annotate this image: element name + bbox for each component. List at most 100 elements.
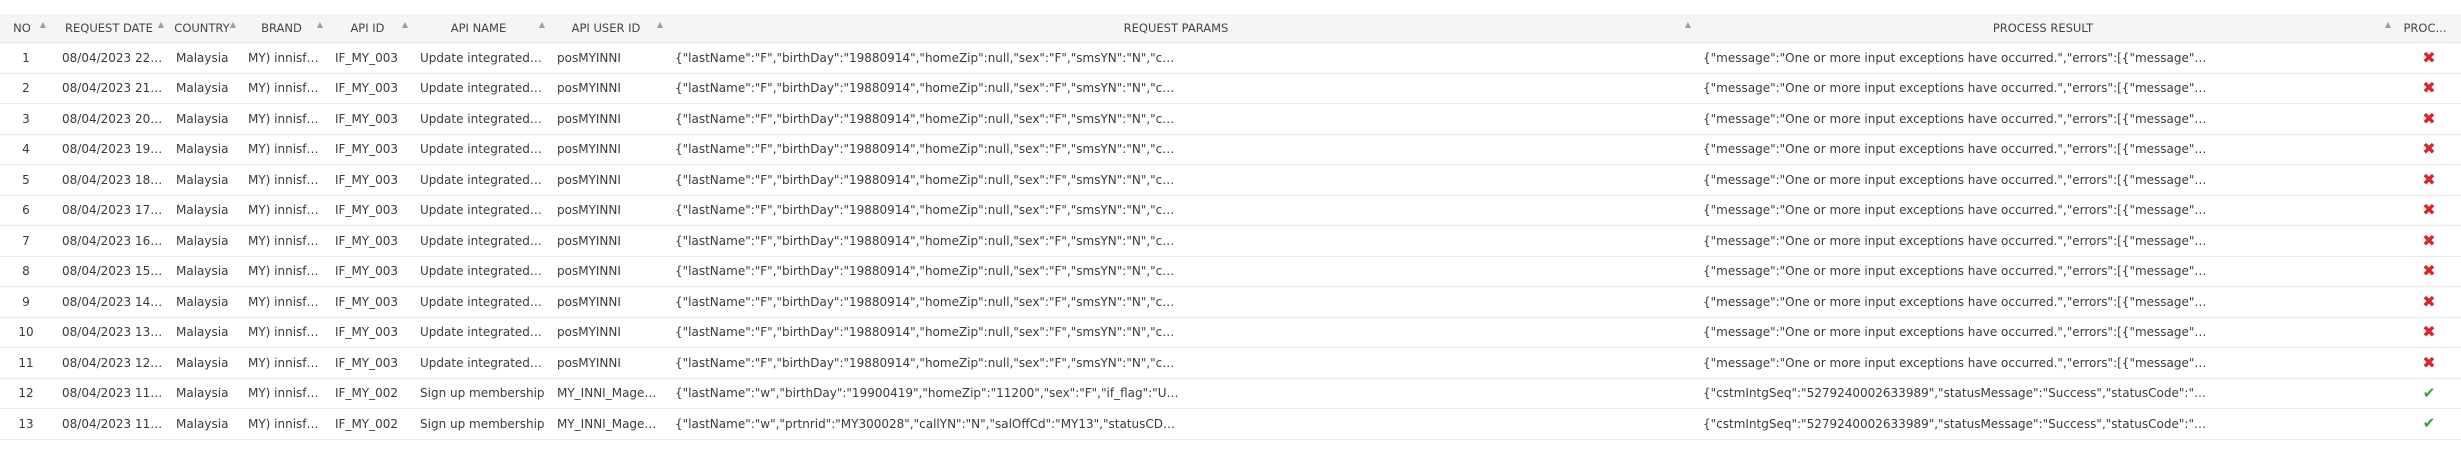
cell-country: Malaysia [170,257,242,287]
table-row[interactable]: 12 08/04/2023 11:45:06 Malaysia MY) innisfr… [0,378,2461,409]
cell-user-text: posMYINNI [557,355,621,370]
sort-arrow-icon[interactable]: ▲ [539,20,545,29]
table-row[interactable]: 7 08/04/2023 16:20:00 Malaysia MY) innisfre… [0,226,2461,257]
cell-no-text: 13 [18,416,34,431]
request-log-grid: NO ▲ REQUEST DATE ▲ COUNTRY ▲ BRAND ▲ API ID ▲ API… [0,14,2461,440]
table-row[interactable]: 3 08/04/2023 20:20:00 Malaysia MY) innisfre… [0,104,2461,135]
cell-res-text: {"message":"One or more input exceptions… [1703,355,2208,370]
table-row[interactable]: 9 08/04/2023 14:20:00 Malaysia MY) innisfre… [0,287,2461,318]
cell-req: {"lastName":"w","birthDay":"19900419","h… [669,379,1697,409]
column-header-label: REQUEST DATE [65,21,153,35]
cell-brand-text: MY) innisfree [248,50,323,65]
cell-country-text: Malaysia [176,203,229,218]
sort-arrow-icon[interactable]: ▲ [230,20,236,29]
cell-date: 08/04/2023 11:44:42 [52,409,170,439]
cell-res-text: {"message":"One or more input exceptions… [1703,142,2208,157]
cell-country-text: Malaysia [176,233,229,248]
cell-apiname: Update integrated me... [414,287,551,317]
cell-apiname: Update integrated me... [414,318,551,348]
cell-country-text: Malaysia [176,294,229,309]
cell-no-text: 2 [22,81,30,96]
cell-no-text: 1 [22,50,30,65]
sort-arrow-icon[interactable]: ▲ [317,20,323,29]
cell-apiname-text: Update integrated me... [420,111,545,126]
cell-apiname-text: Update integrated me... [420,142,545,157]
cell-no: 12 [0,379,52,409]
cell-country: Malaysia [170,165,242,195]
cell-res: {"message":"One or more input exceptions… [1697,165,2397,195]
table-row[interactable]: 13 08/04/2023 11:44:42 Malaysia MY) innisfr… [0,409,2461,440]
cell-req: {"lastName":"F","birthDay":"19880914","h… [669,165,1697,195]
column-header-brand[interactable]: BRAND ▲ [242,14,329,42]
cell-date-text: 08/04/2023 17:20:00 [62,203,164,218]
sort-arrow-icon[interactable]: ▲ [1685,20,1691,29]
cell-user-text: posMYINNI [557,294,621,309]
cell-no: 10 [0,318,52,348]
column-header-label: API NAME [450,21,507,35]
cell-country: Malaysia [170,196,242,226]
column-header-no[interactable]: NO ▲ [0,14,52,42]
cell-user-text: MY_INNI_Magento [557,386,663,401]
grid-body: 1 08/04/2023 22:20:00 Malaysia MY) innisfre… [0,43,2461,440]
cell-req-text: {"lastName":"w","birthDay":"19900419","h… [675,386,1180,401]
column-header-user[interactable]: API USER ID ▲ [551,14,669,42]
cell-country-text: Malaysia [176,386,229,401]
cell-brand: MY) innisfree [242,196,329,226]
cell-user: posMYINNI [551,257,669,287]
cell-process-status: ✖ [2397,165,2461,195]
cell-brand: MY) innisfree [242,104,329,134]
cell-apiid: IF_MY_003 [329,287,414,317]
table-row[interactable]: 1 08/04/2023 22:20:00 Malaysia MY) innisfre… [0,43,2461,74]
cell-country-text: Malaysia [176,81,229,96]
cell-apiid-text: IF_MY_003 [335,111,399,126]
sort-arrow-icon[interactable]: ▲ [158,20,164,29]
cell-apiname: Update integrated me... [414,135,551,165]
column-header-apiid[interactable]: API ID ▲ [329,14,414,42]
cell-user-text: posMYINNI [557,50,621,65]
column-header-res[interactable]: PROCESS RESULT ▲ [1697,14,2397,42]
cell-country-text: Malaysia [176,325,229,340]
column-header-apiname[interactable]: API NAME ▲ [414,14,551,42]
cell-no: 11 [0,348,52,378]
cell-res-text: {"message":"One or more input exceptions… [1703,172,2208,187]
cell-country-text: Malaysia [176,355,229,370]
column-header-req[interactable]: REQUEST PARAMS ▲ [669,14,1697,42]
table-row[interactable]: 4 08/04/2023 19:20:03 Malaysia MY) innisfre… [0,134,2461,165]
cell-res: {"message":"One or more input exceptions… [1697,196,2397,226]
cell-process-status: ✖ [2397,135,2461,165]
sort-arrow-icon[interactable]: ▲ [40,20,46,29]
cell-country: Malaysia [170,379,242,409]
cell-req-text: {"lastName":"w","prtnrid":"MY300028","ca… [675,416,1180,431]
cell-date-text: 08/04/2023 14:20:00 [62,294,164,309]
cell-date-text: 08/04/2023 19:20:03 [62,142,164,157]
table-row[interactable]: 8 08/04/2023 15:20:03 Malaysia MY) innisfre… [0,256,2461,287]
cell-req: {"lastName":"w","prtnrid":"MY300028","ca… [669,409,1697,439]
cell-req: {"lastName":"F","birthDay":"19880914","h… [669,226,1697,256]
cell-brand: MY) innisfree [242,287,329,317]
cell-date: 08/04/2023 19:20:03 [52,135,170,165]
cell-country-text: Malaysia [176,111,229,126]
table-row[interactable]: 6 08/04/2023 17:20:00 Malaysia MY) innisfre… [0,195,2461,226]
cell-date: 08/04/2023 13:20:00 [52,318,170,348]
sort-arrow-icon[interactable]: ▲ [2385,20,2391,29]
column-header-proc[interactable]: PROC... [2397,14,2461,42]
cell-req: {"lastName":"F","birthDay":"19880914","h… [669,43,1697,73]
cell-brand: MY) innisfree [242,165,329,195]
cell-apiid: IF_MY_003 [329,226,414,256]
sort-arrow-icon[interactable]: ▲ [657,20,663,29]
table-row[interactable]: 11 08/04/2023 12:20:05 Malaysia MY) innisfr… [0,348,2461,379]
cell-date: 08/04/2023 15:20:03 [52,257,170,287]
cell-req-text: {"lastName":"F","birthDay":"19880914","h… [675,142,1180,157]
cell-apiid-text: IF_MY_002 [335,386,399,401]
cell-date-text: 08/04/2023 16:20:00 [62,233,164,248]
table-row[interactable]: 10 08/04/2023 13:20:00 Malaysia MY) innisfr… [0,317,2461,348]
column-header-date[interactable]: REQUEST DATE ▲ [52,14,170,42]
cell-process-status: ✖ [2397,287,2461,317]
cell-country-text: Malaysia [176,50,229,65]
cell-brand-text: MY) innisfree [248,386,323,401]
sort-arrow-icon[interactable]: ▲ [402,20,408,29]
table-row[interactable]: 2 08/04/2023 21:20:00 Malaysia MY) innisfre… [0,73,2461,104]
table-row[interactable]: 5 08/04/2023 18:20:00 Malaysia MY) innisfre… [0,165,2461,196]
cell-apiid: IF_MY_003 [329,43,414,73]
column-header-country[interactable]: COUNTRY ▲ [170,14,242,42]
